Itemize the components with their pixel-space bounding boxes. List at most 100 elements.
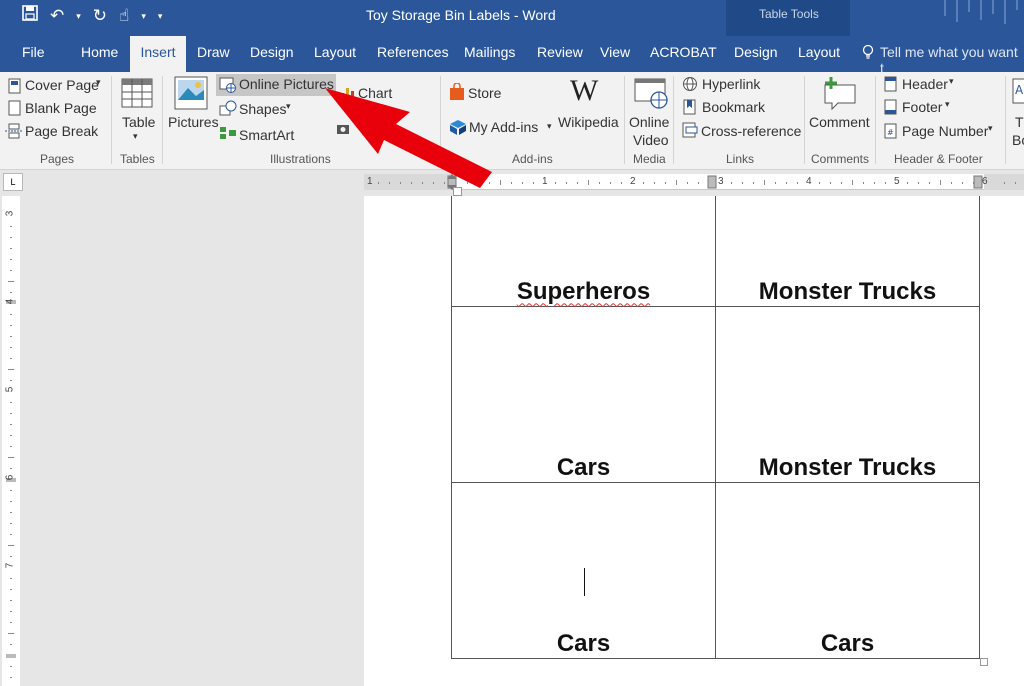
group-separator xyxy=(673,76,674,164)
online-video-button[interactable]: Online xyxy=(629,114,669,130)
table-button[interactable]: Table xyxy=(122,114,155,130)
page-number-button[interactable]: Page Number xyxy=(902,123,988,139)
group-separator xyxy=(1005,76,1006,164)
blank-page-icon xyxy=(8,100,21,116)
shapes-button[interactable]: Shapes xyxy=(239,101,286,117)
online-video-button-line2[interactable]: Video xyxy=(633,132,669,148)
tab-table-layout[interactable]: Layout xyxy=(798,44,840,60)
tab-design[interactable]: Design xyxy=(250,44,294,60)
pictures-icon xyxy=(174,76,208,110)
tab-table-design[interactable]: Design xyxy=(734,44,778,60)
table-row: Superheros Monster Trucks xyxy=(451,196,980,307)
ruler-number: 1 xyxy=(542,176,548,187)
window-title: Toy Storage Bin Labels - Word xyxy=(366,7,556,23)
tab-mailings[interactable]: Mailings xyxy=(464,44,515,60)
cover-page-icon xyxy=(8,78,21,94)
ruler-number: 6 xyxy=(982,176,988,187)
decorative-pattern-icon xyxy=(944,0,1018,24)
blank-page-button[interactable]: Blank Page xyxy=(25,100,97,116)
tab-selector[interactable]: L xyxy=(3,173,23,191)
table-cell[interactable]: Monster Trucks xyxy=(715,196,980,307)
label-text: Monster Trucks xyxy=(758,277,937,305)
wikipedia-icon: W xyxy=(570,74,599,107)
label-text: Cars xyxy=(556,453,611,481)
ruler-number: 5 xyxy=(894,176,900,187)
undo-icon[interactable]: ↶ xyxy=(46,5,68,27)
group-separator xyxy=(875,76,876,164)
group-separator xyxy=(804,76,805,164)
hyperlink-icon xyxy=(683,77,697,91)
group-label-comments: Comments xyxy=(811,152,870,166)
cross-reference-icon xyxy=(682,122,698,138)
svg-text:#: # xyxy=(887,128,894,137)
wikipedia-button[interactable]: Wikipedia xyxy=(558,114,619,130)
touch-mode-icon[interactable]: ☝ xyxy=(115,5,133,27)
cross-reference-button[interactable]: Cross-reference xyxy=(701,123,801,139)
ruler-number: 3 xyxy=(4,210,16,217)
table-row: Cars Monster Trucks xyxy=(451,305,980,483)
svg-text:A: A xyxy=(1015,83,1024,97)
table-resize-handle[interactable] xyxy=(980,658,988,666)
group-label-pages: Pages xyxy=(40,152,75,166)
ruler-number: 2 xyxy=(630,176,636,187)
smartart-icon xyxy=(220,127,236,139)
smartart-button[interactable]: SmartArt xyxy=(239,127,294,143)
shapes-dropdown-icon[interactable]: ▾ xyxy=(286,101,291,112)
red-arrow-annotation xyxy=(325,88,492,188)
my-addins-dropdown-icon[interactable]: ▾ xyxy=(547,121,552,132)
tab-layout[interactable]: Layout xyxy=(314,44,356,60)
cover-page-button[interactable]: Cover Page xyxy=(25,77,99,93)
text-box-button[interactable]: T xyxy=(1015,114,1024,130)
pictures-button[interactable]: Pictures xyxy=(168,114,219,130)
customize-qat-icon[interactable]: ▾ xyxy=(154,5,167,27)
table-cell[interactable]: Cars xyxy=(451,305,716,483)
comment-button[interactable]: Comment xyxy=(809,114,870,130)
tab-home[interactable]: Home xyxy=(81,44,118,60)
header-icon xyxy=(884,76,897,92)
touch-dropdown-icon[interactable]: ▾ xyxy=(137,5,150,27)
hyperlink-button[interactable]: Hyperlink xyxy=(702,76,760,92)
table-cell[interactable]: Cars xyxy=(715,481,980,659)
bookmark-icon xyxy=(683,99,696,115)
table-tools-label: Table Tools xyxy=(759,7,819,21)
tab-view[interactable]: View xyxy=(600,44,630,60)
tab-references[interactable]: References xyxy=(377,44,449,60)
table-cell[interactable]: Monster Trucks xyxy=(715,305,980,483)
online-video-icon xyxy=(634,78,668,109)
lightbulb-icon xyxy=(862,44,874,63)
header-button[interactable]: Header xyxy=(902,76,948,92)
text-box-button-line2[interactable]: Bo xyxy=(1012,132,1024,148)
save-icon[interactable] xyxy=(18,5,42,27)
page-break-button[interactable]: Page Break xyxy=(25,123,98,139)
tab-insert[interactable]: Insert xyxy=(130,36,186,72)
undo-dropdown-icon[interactable]: ▾ xyxy=(72,5,85,27)
redo-icon[interactable]: ↻ xyxy=(89,5,111,27)
text-cursor xyxy=(584,568,585,596)
page-break-icon xyxy=(5,123,23,139)
cover-page-dropdown-icon[interactable]: ▾ xyxy=(96,77,101,88)
tab-review[interactable]: Review xyxy=(537,44,583,60)
tab-draw[interactable]: Draw xyxy=(197,44,230,60)
ruler-number: 5 xyxy=(4,386,16,393)
label-text: Superheros xyxy=(516,277,651,305)
footer-button[interactable]: Footer xyxy=(902,99,942,115)
page-number-dropdown-icon[interactable]: ▾ xyxy=(988,123,993,134)
vertical-ruler[interactable]: 3 4 5 6 7 xyxy=(2,196,20,686)
table-dropdown-icon[interactable]: ▾ xyxy=(133,131,138,142)
table-cell[interactable]: Superheros xyxy=(451,196,716,307)
bookmark-button[interactable]: Bookmark xyxy=(702,99,765,115)
quick-access-toolbar: ↶ ▾ ↻ ☝ ▾ ▾ xyxy=(18,5,166,27)
tab-file[interactable]: File xyxy=(22,44,45,60)
footer-dropdown-icon[interactable]: ▾ xyxy=(945,99,950,110)
tab-acrobat[interactable]: ACROBAT xyxy=(650,44,717,60)
footer-icon xyxy=(884,99,897,115)
ruler-number: 4 xyxy=(4,298,16,305)
ruler-number: 7 xyxy=(4,562,16,569)
label-table[interactable]: Superheros Monster Trucks Cars Monster T… xyxy=(451,196,980,659)
page-number-icon: # xyxy=(884,123,897,139)
group-label-media: Media xyxy=(633,152,666,166)
group-separator xyxy=(111,76,112,164)
header-dropdown-icon[interactable]: ▾ xyxy=(949,76,954,87)
text-box-icon: A xyxy=(1012,78,1024,104)
label-text: Cars xyxy=(820,629,875,657)
